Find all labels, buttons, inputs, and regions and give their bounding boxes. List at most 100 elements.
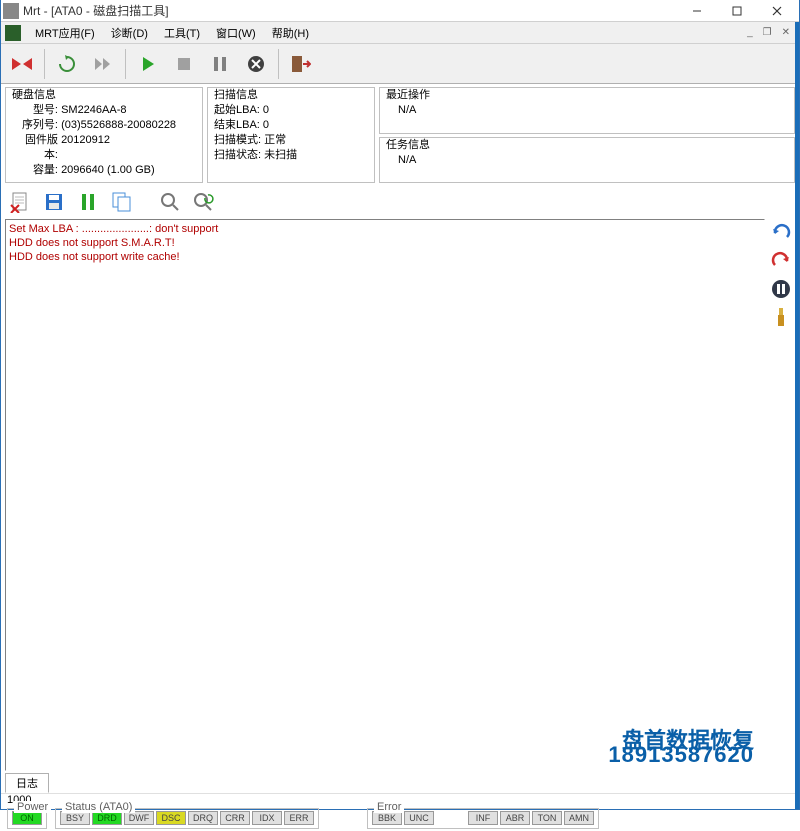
scan-mode-label: 扫描模式: — [214, 133, 261, 148]
mdi-close-icon[interactable]: ✕ — [777, 27, 795, 38]
pause-icon — [81, 193, 95, 211]
pause-circle-icon — [771, 279, 791, 299]
menu-diagnose[interactable]: 诊断(D) — [103, 23, 156, 43]
door-exit-icon — [291, 55, 311, 73]
task-info-value: N/A — [386, 153, 788, 168]
recent-op-legend: 最近操作 — [386, 88, 788, 103]
exit-button[interactable] — [284, 47, 318, 81]
status-group: Status (ATA0) BSY DRD DWF DSC DRQ CRR ID… — [55, 808, 319, 829]
power-group: Power ON — [7, 808, 47, 829]
find-button[interactable] — [155, 187, 185, 217]
capacity-label: 容量: — [12, 163, 58, 178]
task-info-panel: 任务信息 N/A — [379, 137, 795, 184]
disk-info-panel: 硬盘信息 型号: SM2246AA-8 序列号: (03)5526888-200… — [5, 87, 203, 183]
log-output[interactable]: Set Max LBA : ......................: do… — [5, 219, 765, 771]
title-bar: Mrt - [ATA0 - 磁盘扫描工具] — [1, 0, 799, 22]
clear-log-button[interactable] — [5, 187, 35, 217]
recent-op-panel: 最近操作 N/A — [379, 87, 795, 134]
log-line: HDD does not support write cache! — [9, 250, 761, 264]
start-lba-value: 0 — [263, 103, 269, 118]
model-value: SM2246AA-8 — [61, 103, 126, 118]
refresh-button[interactable] — [50, 47, 84, 81]
err-amn: AMN — [564, 811, 594, 825]
err-inf: INF — [468, 811, 498, 825]
disk-info-legend: 硬盘信息 — [12, 88, 196, 103]
serial-value: (03)5526888-20080228 — [61, 118, 176, 133]
status-dsc: DSC — [156, 811, 186, 825]
cancel-icon — [247, 55, 265, 73]
status-drd: DRD — [92, 811, 122, 825]
minimize-button[interactable] — [677, 1, 717, 21]
error-group: Error BBK UNC INF ABR TON AMN — [367, 808, 599, 829]
task-info-legend: 任务信息 — [386, 138, 788, 153]
side-tools — [765, 219, 795, 771]
recent-op-value: N/A — [386, 103, 788, 118]
window-title: Mrt - [ATA0 - 磁盘扫描工具] — [23, 2, 677, 19]
magnifier-refresh-icon — [193, 192, 215, 212]
stop-icon — [177, 57, 191, 71]
status-idx: IDX — [252, 811, 282, 825]
detect-button[interactable] — [5, 47, 39, 81]
magnifier-icon — [160, 192, 180, 212]
firmware-value: 20120912 — [61, 133, 110, 163]
error-legend: Error — [374, 801, 404, 813]
scan-state-value: 未扫描 — [264, 148, 297, 163]
tab-log[interactable]: 日志 — [5, 773, 49, 793]
menu-app[interactable]: MRT应用(F) — [27, 23, 103, 43]
menu-window[interactable]: 窗口(W) — [208, 23, 264, 43]
scan-info-panel: 扫描信息 起始LBA: 0 结束LBA: 0 扫描模式: 正常 扫描状态: 未扫… — [207, 87, 375, 183]
cancel-button[interactable] — [239, 47, 273, 81]
fast-forward-button[interactable] — [86, 47, 120, 81]
power-legend: Power — [14, 801, 51, 813]
mdi-minimize-icon[interactable]: _ — [742, 27, 758, 38]
status-bsy: BSY — [60, 811, 90, 825]
bowtie-icon — [11, 56, 33, 72]
redo-icon — [771, 251, 791, 271]
stop-button[interactable] — [167, 47, 201, 81]
log-action-bar — [1, 183, 799, 219]
toolbar — [1, 44, 799, 84]
power-on-cell: ON — [12, 811, 42, 825]
firmware-label: 固件版本: — [12, 133, 58, 163]
pause-icon — [213, 56, 227, 72]
menu-app-icon — [5, 25, 21, 41]
watermark-phone: 18913587620 — [608, 748, 754, 762]
tool-button[interactable] — [769, 305, 793, 329]
end-lba-label: 结束LBA: — [214, 118, 260, 133]
err-bbk: BBK — [372, 811, 402, 825]
copy-icon — [111, 191, 133, 213]
scan-info-legend: 扫描信息 — [214, 88, 368, 103]
play-button[interactable] — [131, 47, 165, 81]
err-ton: TON — [532, 811, 562, 825]
mdi-restore-icon[interactable]: ❐ — [758, 27, 777, 38]
log-line: Set Max LBA : ......................: do… — [9, 222, 761, 236]
undo-button[interactable] — [769, 221, 793, 245]
file-delete-icon — [9, 191, 31, 213]
fast-forward-icon — [93, 56, 113, 72]
status-dwf: DWF — [124, 811, 154, 825]
status-legend: Status (ATA0) — [62, 801, 135, 813]
toolbar-separator — [278, 49, 279, 79]
side-pause-button[interactable] — [769, 277, 793, 301]
pause-log-button[interactable] — [73, 187, 103, 217]
pause-button[interactable] — [203, 47, 237, 81]
redo-button[interactable] — [769, 249, 793, 273]
scan-state-label: 扫描状态: — [214, 148, 261, 163]
menu-help[interactable]: 帮助(H) — [264, 23, 317, 43]
window-edge — [795, 22, 799, 809]
start-lba-label: 起始LBA: — [214, 103, 260, 118]
maximize-button[interactable] — [717, 1, 757, 21]
close-button[interactable] — [757, 1, 797, 21]
find-refresh-button[interactable] — [189, 187, 219, 217]
err-unc: UNC — [404, 811, 434, 825]
status-crr: CRR — [220, 811, 250, 825]
copy-log-button[interactable] — [107, 187, 137, 217]
undo-icon — [771, 223, 791, 243]
refresh-icon — [57, 54, 77, 74]
menu-tools[interactable]: 工具(T) — [156, 23, 208, 43]
err-abr: ABR — [500, 811, 530, 825]
play-icon — [141, 56, 155, 72]
save-log-button[interactable] — [39, 187, 69, 217]
tool-icon — [772, 306, 790, 328]
floppy-save-icon — [44, 192, 64, 212]
